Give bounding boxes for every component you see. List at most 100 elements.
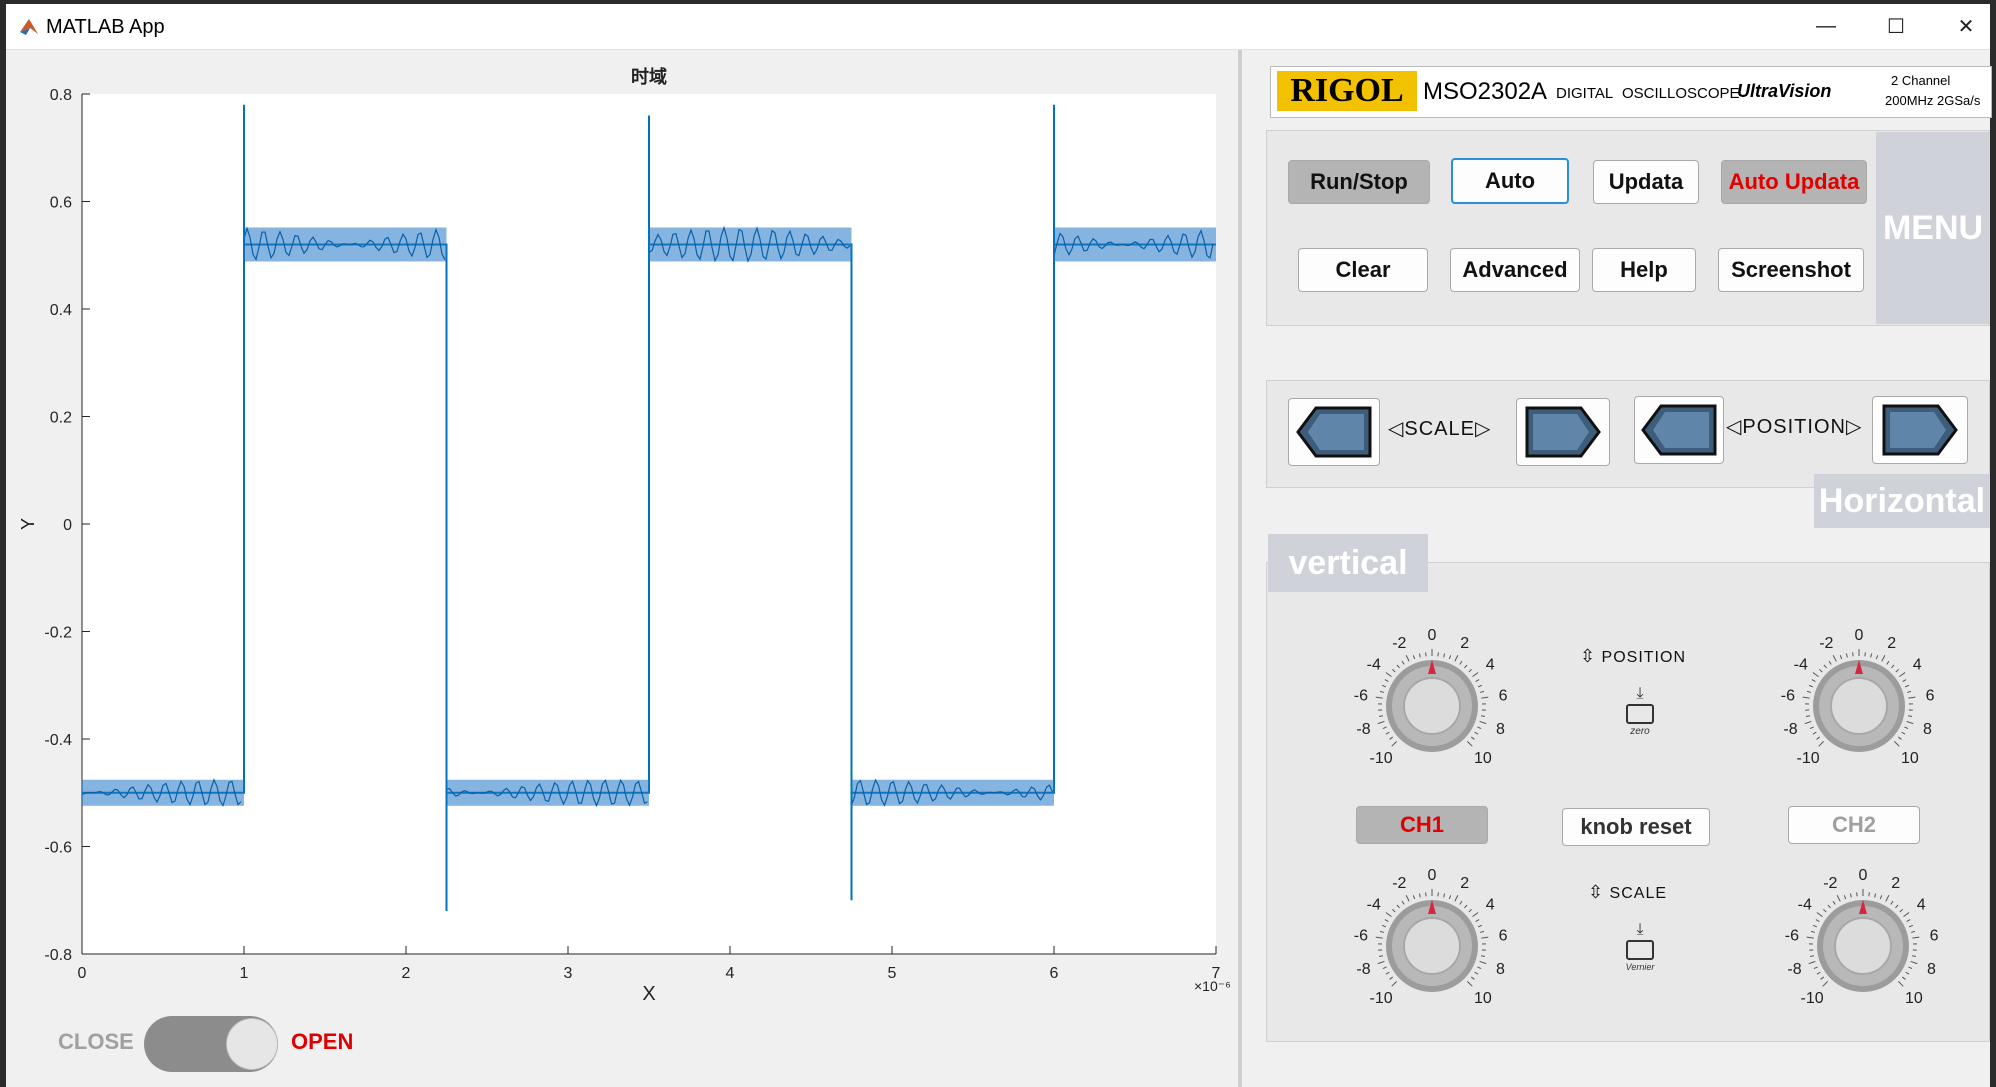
vernier-icon: ⤓ Vernier [1620, 922, 1660, 982]
dial-tick-label: -2 [1392, 635, 1406, 652]
minimize-button[interactable]: — [1791, 4, 1861, 49]
dial-tick-label: 6 [1930, 928, 1939, 945]
scale-right-button[interactable] [1516, 398, 1610, 466]
dial-tick-label: -8 [1787, 961, 1801, 978]
dial-tick-label: 10 [1474, 750, 1492, 767]
dial-tick-label: 4 [1913, 657, 1922, 674]
maximize-button[interactable]: ☐ [1861, 4, 1931, 49]
position-label: ◁POSITION▷ [1726, 416, 1863, 438]
scale-label: ◁SCALE▷ [1388, 418, 1492, 440]
dial-tick-label: -4 [1367, 897, 1381, 914]
vernier-label: Vernier [1625, 962, 1655, 972]
dial-tick-label: 6 [1499, 928, 1508, 945]
dial-tick-label: 0 [1855, 627, 1864, 644]
dial-tick-label: 8 [1927, 961, 1936, 978]
position-right-button[interactable] [1872, 396, 1968, 464]
zero-label: zero [1630, 726, 1650, 737]
arrow-left-icon [1641, 404, 1717, 456]
x-tick-label: 2 [402, 965, 411, 982]
dial-tick-label: -4 [1794, 657, 1808, 674]
app-window: MATLAB App — ☐ ✕ 时域 X Y ×10⁻⁶ 0 1 2 3 4 5 6 7 0.… [6, 4, 1992, 1087]
x-tick-label: 6 [1050, 965, 1059, 982]
vertical-tab: vertical [1268, 534, 1428, 592]
run-stop-button[interactable]: Run/Stop [1288, 160, 1430, 204]
toggle-off-label: CLOSE [58, 1029, 134, 1054]
arrow-right-icon [1525, 406, 1601, 458]
y-tick-label: 0.4 [50, 302, 72, 319]
dial-tick-label: 6 [1926, 688, 1935, 705]
dial-tick-label: -4 [1798, 897, 1812, 914]
updata-button[interactable]: Updata [1593, 160, 1699, 204]
dial-tick-label: -8 [1356, 961, 1370, 978]
clear-button[interactable]: Clear [1298, 248, 1428, 292]
dial-tick-label: 2 [1891, 875, 1900, 892]
ch2-button[interactable]: CH2 [1788, 806, 1920, 844]
plot-pane: 时域 X Y ×10⁻⁶ 0 1 2 3 4 5 6 7 0.8 0.6 0.4 0.2 0 -0.2 -0… [6, 50, 1238, 1087]
dial-tick-label: -8 [1356, 721, 1370, 738]
knob-reset-button[interactable]: knob reset [1562, 808, 1710, 846]
dial-tick-label: -4 [1367, 657, 1381, 674]
y-tick-label: -0.8 [44, 947, 72, 964]
dial-tick-label: -10 [1370, 750, 1393, 767]
updown-arrow-icon: ⇳ [1580, 646, 1597, 666]
dial-tick-label: -10 [1801, 990, 1824, 1007]
matlab-logo-icon [20, 19, 38, 35]
switch-thumb[interactable] [226, 1018, 278, 1070]
bandwidth-spec: 200MHz 2GSa/s [1885, 93, 1981, 108]
ch1-button[interactable]: CH1 [1356, 806, 1488, 844]
dial-tick-label: 8 [1496, 721, 1505, 738]
x-tick-label: 3 [564, 965, 573, 982]
dial-tick-label: 0 [1428, 867, 1437, 884]
x-tick-label: 1 [240, 965, 249, 982]
dial-tick-label: 4 [1917, 897, 1926, 914]
dial-tick-label: -6 [1354, 928, 1368, 945]
dial-tick-label: -2 [1823, 875, 1837, 892]
y-tick-label: -0.6 [44, 840, 72, 857]
dial-tick-label: 2 [1887, 635, 1896, 652]
noise-band [851, 779, 1054, 806]
dial-tick-label: -6 [1781, 688, 1795, 705]
dial-tick-label: 6 [1499, 688, 1508, 705]
time-domain-axes[interactable]: 时域 X Y ×10⁻⁶ 0 1 2 3 4 5 6 70.80.60.40.20-0.2-0… [6, 50, 1238, 1087]
dial-tick-label: 2 [1460, 635, 1469, 652]
auto-updata-button[interactable]: Auto Updata [1721, 160, 1867, 204]
horizontal-tab: Horizontal [1814, 474, 1990, 528]
dial-tick-label: -6 [1354, 688, 1368, 705]
x-axis-label: X [642, 983, 655, 1005]
screenshot-button[interactable]: Screenshot [1718, 248, 1864, 292]
ultravision-logo: UltraVision [1737, 81, 1832, 101]
scale-left-button[interactable] [1288, 398, 1380, 466]
y-tick-label: 0.6 [50, 195, 72, 212]
dial-tick-label: 10 [1474, 990, 1492, 1007]
noise-band [82, 779, 244, 806]
dial-tick-label: 10 [1901, 750, 1919, 767]
position-left-button[interactable] [1634, 396, 1724, 464]
y-tick-label: 0.2 [50, 410, 72, 427]
channel-count: 2 Channel [1891, 73, 1951, 88]
vertical-scale-label: ⇳ SCALE [1588, 882, 1668, 902]
model-desc-digital: DIGITAL [1556, 85, 1614, 102]
plot-title: 时域 [631, 66, 667, 87]
dial-tick-label: 8 [1496, 961, 1505, 978]
close-icon: ✕ [1957, 16, 1975, 38]
auto-button[interactable]: Auto [1451, 158, 1569, 204]
close-button[interactable]: ✕ [1931, 4, 1996, 49]
help-button[interactable]: Help [1592, 248, 1696, 292]
x-tick-label: 7 [1212, 965, 1221, 982]
title-bar: MATLAB App — ☐ ✕ [6, 4, 1990, 50]
advanced-button[interactable]: Advanced [1450, 248, 1580, 292]
dial-tick-label: -2 [1392, 875, 1406, 892]
zero-icon: ⤓ zero [1620, 686, 1660, 746]
y-axis-label: Y [18, 518, 38, 530]
y-tick-label: 0 [63, 517, 72, 534]
dial-tick-label: -6 [1785, 928, 1799, 945]
dial-tick-label: 4 [1486, 897, 1495, 914]
dial-tick-label: -2 [1819, 635, 1833, 652]
dial-tick-label: 0 [1428, 627, 1437, 644]
x-tick-label: 4 [726, 965, 735, 982]
rigol-banner: RIGOL MSO2302A DIGITAL OSCILLOSCOPE Ultr… [1270, 66, 1992, 118]
dial-tick-label: 10 [1905, 990, 1923, 1007]
dial-tick-label: -10 [1797, 750, 1820, 767]
x-tick-label: 5 [888, 965, 897, 982]
window-title: MATLAB App [46, 16, 165, 38]
